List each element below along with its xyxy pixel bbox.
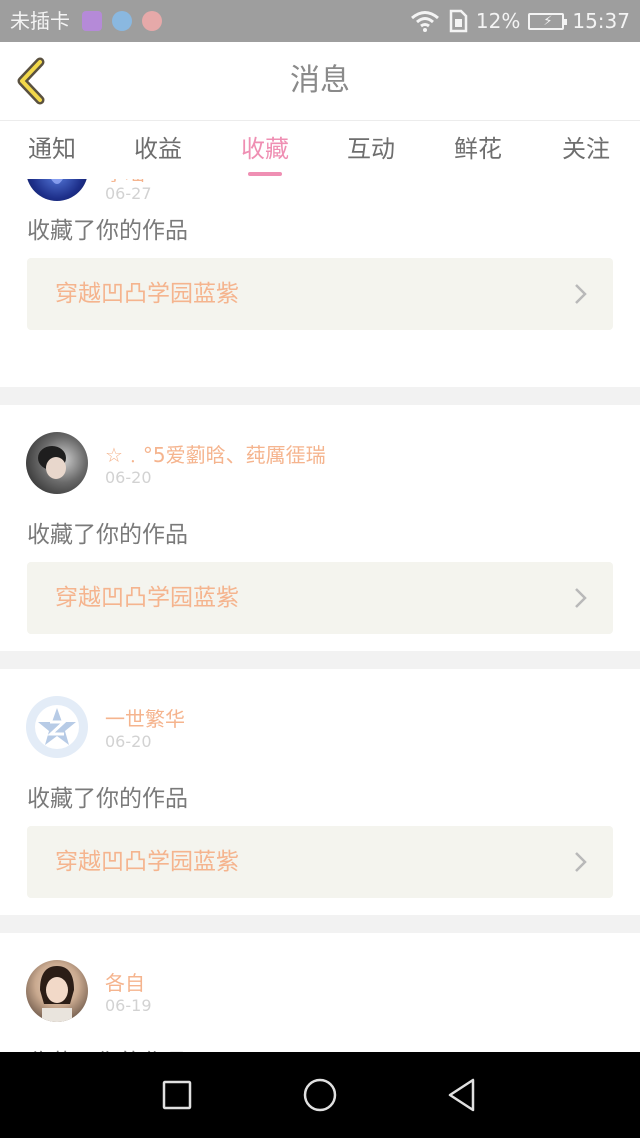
back-arrow-icon: [17, 57, 45, 105]
list-item: 挚瑶 06-27 收藏了你的作品 穿越凹凸学园蓝紫: [0, 179, 640, 387]
list-item: 一世繁华 06-20 收藏了你的作品 穿越凹凸学园蓝紫: [0, 669, 640, 915]
system-nav-bar: [0, 1052, 640, 1138]
clock: 15:37: [572, 9, 630, 33]
message-date: 06-20: [105, 732, 152, 751]
user-name[interactable]: 各自: [105, 967, 145, 996]
tab-notifications[interactable]: 通知: [7, 121, 97, 179]
message-list[interactable]: 挚瑶 06-27 收藏了你的作品 穿越凹凸学园蓝紫 ☆﹒°5爱藰晗、莼厲徰瑞 0…: [0, 179, 640, 1052]
battery-percent: 12%: [475, 9, 521, 33]
tab-bar: 通知 收益 收藏 互动 鲜花 关注: [0, 121, 640, 179]
tab-interactions[interactable]: 互动: [326, 121, 416, 179]
avatar[interactable]: [26, 179, 88, 201]
gear-app-icon: [112, 11, 132, 31]
tab-following[interactable]: 关注: [541, 121, 631, 179]
chevron-right-icon: [575, 284, 587, 304]
action-text: 收藏了你的作品: [27, 786, 188, 812]
message-date: 06-20: [105, 468, 152, 487]
action-text: 收藏了你的作品: [27, 218, 188, 244]
work-link[interactable]: 穿越凹凸学园蓝紫: [27, 562, 613, 634]
list-item: ☆﹒°5爱藰晗、莼厲徰瑞 06-20 收藏了你的作品 穿越凹凸学园蓝紫: [0, 405, 640, 651]
action-text: 收藏了你的作品: [27, 1043, 188, 1052]
avatar[interactable]: [26, 432, 88, 494]
avatar[interactable]: [26, 960, 88, 1022]
list-item: 各自 06-19 收藏了你的作品: [0, 933, 640, 1052]
avatar-figure-icon: [51, 179, 63, 184]
page-title: 消息: [290, 63, 350, 98]
tab-earnings[interactable]: 收益: [113, 121, 203, 179]
chevron-right-icon: [575, 852, 587, 872]
message-date: 06-27: [105, 184, 152, 203]
nav-bar: 消息: [0, 42, 640, 121]
user-name[interactable]: 一世繁华: [105, 703, 185, 732]
work-title: 穿越凹凸学园蓝紫: [55, 281, 239, 307]
message-date: 06-19: [105, 996, 152, 1015]
carrier-text: 未插卡: [10, 9, 70, 33]
action-text: 收藏了你的作品: [27, 522, 188, 548]
status-right: 12% ⚡ 15:37: [402, 0, 630, 42]
chevron-right-icon: [575, 588, 587, 608]
divider: [0, 915, 640, 933]
avatar-person-icon: [38, 446, 66, 479]
tab-favorites[interactable]: 收藏: [220, 121, 310, 179]
wifi-icon: [410, 11, 439, 32]
work-title: 穿越凹凸学园蓝紫: [55, 585, 239, 611]
default-avatar-icon: [35, 705, 79, 749]
gallery-app-icon: [82, 11, 102, 31]
battery-icon: ⚡: [528, 12, 568, 30]
avatar-person-icon: [40, 966, 74, 1022]
work-link[interactable]: 穿越凹凸学园蓝紫: [27, 826, 613, 898]
tab-flowers[interactable]: 鲜花: [433, 121, 523, 179]
back-triangle-icon[interactable]: [443, 1075, 483, 1115]
sim-icon: [449, 9, 468, 33]
avatar[interactable]: [26, 696, 88, 758]
a-app-icon: [142, 11, 162, 31]
divider: [0, 387, 640, 405]
recents-square-icon[interactable]: [157, 1075, 197, 1115]
user-name[interactable]: ☆﹒°5爱藰晗、莼厲徰瑞: [105, 439, 326, 468]
divider: [0, 651, 640, 669]
work-title: 穿越凹凸学园蓝紫: [55, 849, 239, 875]
work-link[interactable]: 穿越凹凸学园蓝紫: [27, 258, 613, 330]
back-button[interactable]: [14, 56, 54, 106]
active-tab-indicator: [248, 172, 282, 176]
screen: 未插卡 12% ⚡ 15:37 消息 通知 收益 收藏 互动 鲜花 关注 06-…: [0, 0, 640, 1138]
status-left: 未插卡: [10, 0, 172, 42]
status-bar: 未插卡 12% ⚡ 15:37: [0, 0, 640, 42]
home-circle-icon[interactable]: [300, 1075, 340, 1115]
